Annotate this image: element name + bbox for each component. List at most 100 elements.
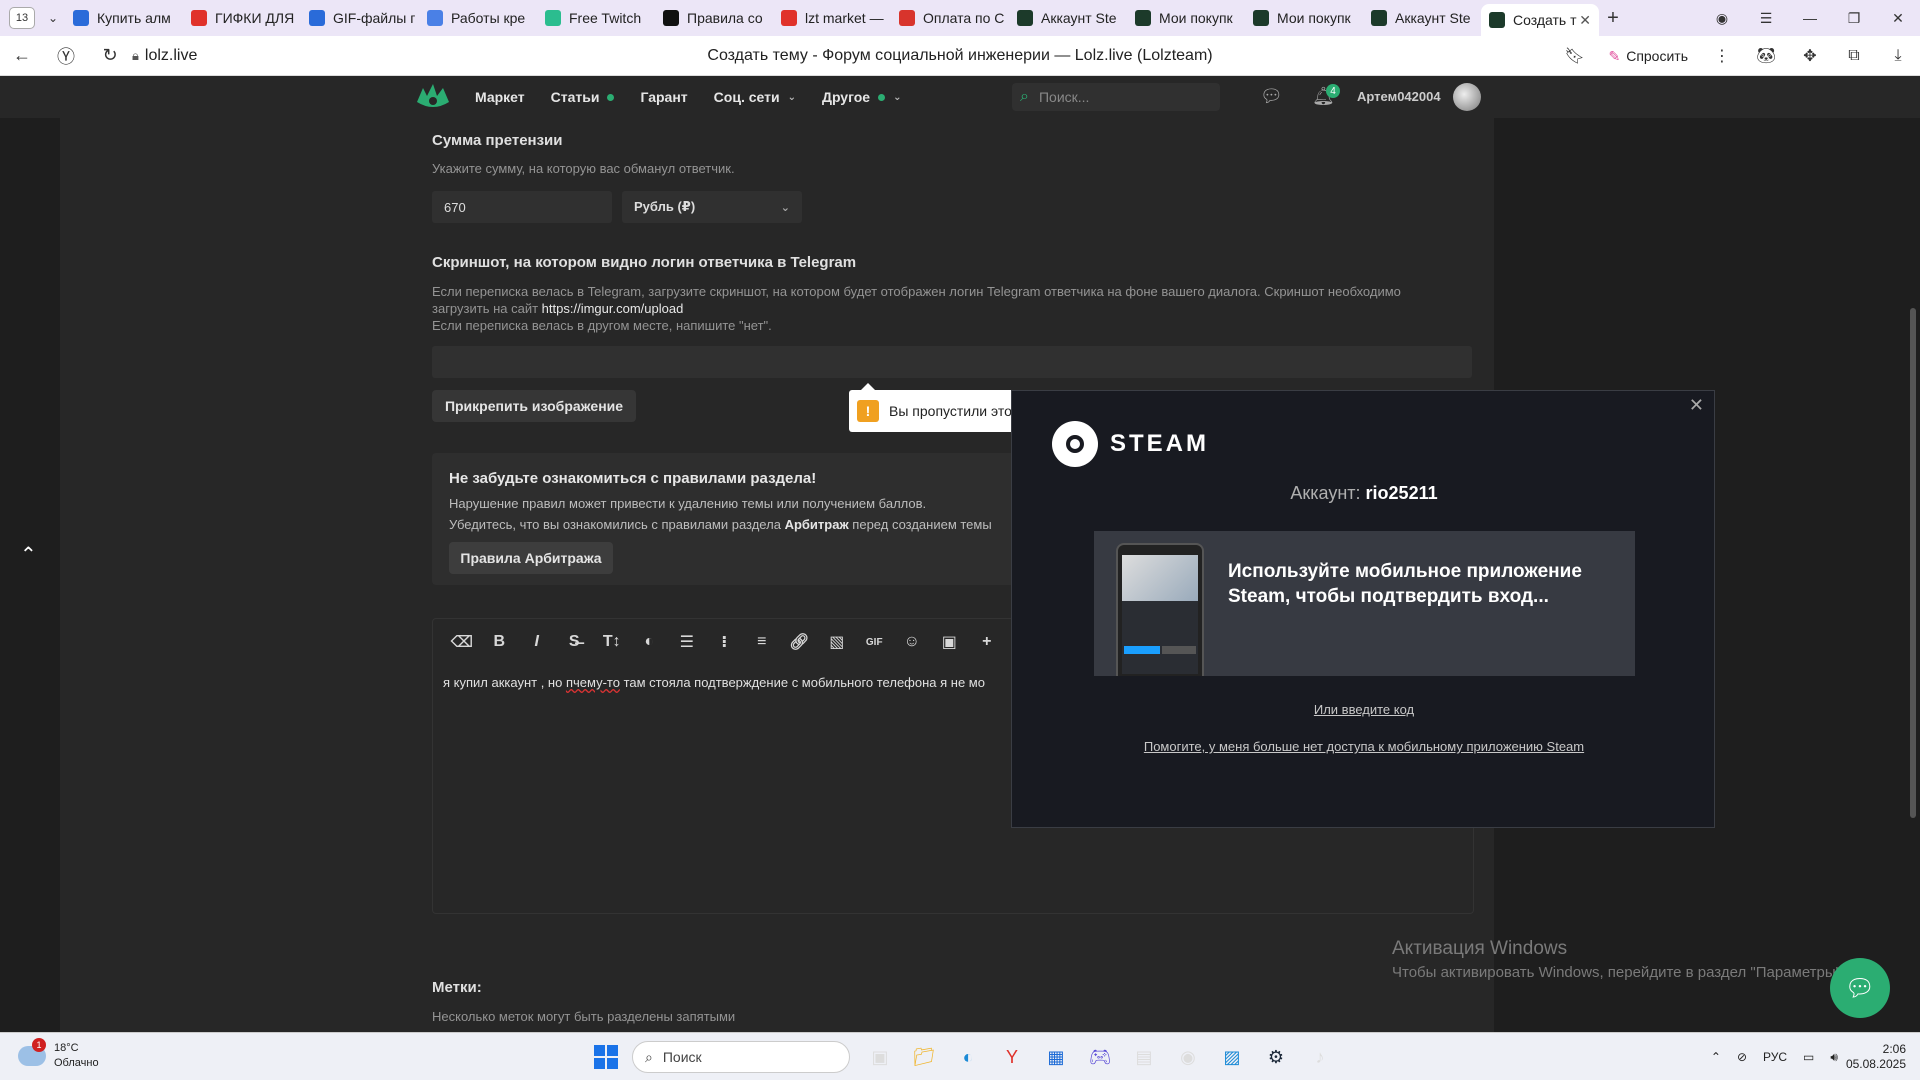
page-scrollbar[interactable]	[1906, 118, 1920, 1032]
imgur-link[interactable]: https://imgur.com/upload	[542, 301, 684, 316]
nav-item[interactable]: Маркет	[475, 89, 525, 105]
rules-text: Нарушение правил может привести к удален…	[449, 493, 992, 535]
align-icon[interactable]: ☰	[668, 632, 706, 652]
collections-icon[interactable]: ⧉	[1832, 47, 1876, 65]
color-icon[interactable]: ◐	[631, 633, 669, 651]
gif-icon[interactable]: GIF	[856, 637, 894, 648]
clock[interactable]: 2:06 05.08.2025	[1846, 1042, 1906, 1072]
strikethrough-icon[interactable]: S̶	[556, 633, 594, 651]
rules-button[interactable]: Правила Арбитража	[449, 542, 613, 574]
store-icon[interactable]: ▦	[1034, 1041, 1078, 1073]
close-icon[interactable]: ✕	[1689, 395, 1704, 416]
browser-tab[interactable]: Правила со	[655, 4, 773, 32]
browser-tab[interactable]: Аккаунт Ste	[1363, 4, 1481, 32]
maximize-button[interactable]: ❐	[1832, 10, 1876, 27]
url-field[interactable]: lolz.live	[145, 47, 197, 65]
browser-tab[interactable]: Купить алм	[65, 4, 183, 32]
plus-icon[interactable]: +	[968, 633, 1006, 651]
italic-icon[interactable]: I	[518, 633, 556, 651]
attach-image-button[interactable]: Прикрепить изображение	[432, 390, 636, 422]
browser-tab[interactable]: Оплата по С	[891, 4, 1009, 32]
browser-tab[interactable]: Мои покупк	[1245, 4, 1363, 32]
photos-icon[interactable]: ▨	[1210, 1041, 1254, 1073]
browser-tab[interactable]: Мои покупк	[1127, 4, 1245, 32]
avatar[interactable]	[1453, 83, 1481, 111]
volume-icon[interactable]: 🔊︎	[1830, 1050, 1838, 1065]
download-icon[interactable]: ⤓	[1876, 47, 1920, 65]
enter-code-link[interactable]: Или введите код	[1012, 702, 1716, 717]
amount-input[interactable]: 670	[432, 191, 612, 223]
nav-item[interactable]: Статьи	[551, 89, 615, 105]
yandex-browser-icon[interactable]: Y	[990, 1041, 1034, 1073]
site-search-input[interactable]: ⌕ Поиск...	[1012, 83, 1220, 111]
yandex-icon[interactable]: Ⓨ	[44, 43, 88, 69]
emoji-icon[interactable]: ☺	[893, 633, 931, 651]
back-button[interactable]: ←	[0, 45, 44, 66]
chat-icon[interactable]: 💬︎	[1260, 86, 1283, 107]
browser-tab[interactable]: Free Twitch	[537, 4, 655, 32]
app-circle-icon[interactable]: ◉	[1166, 1041, 1210, 1073]
editor-toolbar: ⌫BIS̶T↕◐☰⁝≡🔗︎▧GIF☺▣+⋯	[433, 619, 1043, 665]
image-icon[interactable]: ▧	[818, 632, 856, 652]
nav-item[interactable]: Гарант	[640, 89, 687, 105]
ask-label: Спросить	[1626, 48, 1688, 64]
profile-icon[interactable]: ◉	[1700, 10, 1744, 27]
tab-label: Работы кре	[451, 10, 526, 26]
text-size-icon[interactable]: T↕	[593, 633, 631, 651]
extensions-icon[interactable]: ✥	[1788, 46, 1832, 66]
editor-content[interactable]: я купил аккаунт , но пчему-то там стояла…	[443, 675, 985, 690]
browser-tab[interactable]: lzt market —	[773, 4, 891, 32]
phone-illustration	[1116, 543, 1204, 676]
numbered-list-icon[interactable]: ≡	[743, 633, 781, 651]
extension-panda-icon[interactable]: 🐼︎	[1744, 46, 1788, 66]
taskbar-search[interactable]: ⌕ Поиск	[632, 1041, 850, 1073]
tray-chevron-icon[interactable]: ⌃	[1711, 1050, 1721, 1064]
more-vertical-icon[interactable]: ⋮	[1700, 46, 1744, 66]
nav-item[interactable]: Другое ⌄	[822, 89, 902, 105]
browser-tab[interactable]: Создать т ✕	[1481, 4, 1599, 36]
language-indicator[interactable]: РУС	[1763, 1050, 1787, 1064]
start-button[interactable]	[594, 1045, 618, 1069]
steam-taskbar-icon[interactable]: ⚙	[1254, 1041, 1298, 1073]
close-window-button[interactable]: ✕	[1876, 10, 1920, 27]
ask-button[interactable]: ✎ Спросить	[1596, 48, 1700, 65]
task-view-icon[interactable]: ▣	[858, 1041, 902, 1073]
browser-tab[interactable]: Работы кре	[419, 4, 537, 32]
reload-button[interactable]: ↻	[88, 45, 132, 66]
lolz-logo-icon[interactable]	[415, 82, 451, 110]
media-icon[interactable]: ▣	[931, 632, 969, 652]
browser-tab[interactable]: Аккаунт Ste	[1009, 4, 1127, 32]
screenshot-input[interactable]	[432, 346, 1472, 378]
browser-tab[interactable]: ГИФКИ ДЛЯ	[183, 4, 301, 32]
network-off-icon[interactable]: ⊘	[1737, 1050, 1747, 1064]
weather-widget[interactable]: 1 18°C Облачно	[18, 1038, 99, 1071]
site-header: Маркет Статьи Гарант Соц. сети ⌄ Другое ⌄ ⌕ По…	[0, 76, 1920, 118]
edge-icon[interactable]: ◐	[946, 1041, 990, 1073]
link-icon[interactable]: 🔗︎	[781, 632, 819, 652]
username[interactable]: Артем042004	[1357, 89, 1441, 104]
menu-icon[interactable]: ☰	[1744, 10, 1788, 27]
tab-count-button[interactable]: 13	[9, 7, 35, 29]
bold-icon[interactable]: B	[481, 633, 519, 651]
minimize-button[interactable]: —	[1788, 10, 1832, 26]
currency-select[interactable]: Рубль (₽) ⌄	[622, 191, 802, 223]
eraser-icon[interactable]: ⌫	[443, 632, 481, 652]
tab-label: Создать т	[1513, 12, 1577, 28]
file-explorer-icon[interactable]: 📁︎	[902, 1041, 946, 1073]
support-chat-icon[interactable]: 💬︎	[1830, 958, 1890, 1018]
gamepad-icon[interactable]: 🎮︎	[1078, 1041, 1122, 1073]
close-tab-icon[interactable]: ✕	[1579, 12, 1591, 29]
nav-item[interactable]: Соц. сети ⌄	[714, 89, 796, 105]
display-icon[interactable]: ▭	[1803, 1050, 1814, 1064]
tiktok-taskbar-icon[interactable]: ♪	[1298, 1041, 1342, 1073]
new-tab-button[interactable]: +	[1599, 7, 1627, 30]
weather-badge: 1	[32, 1038, 46, 1052]
terminal-icon[interactable]: ▤	[1122, 1041, 1166, 1073]
browser-tab[interactable]: GIF-файлы г	[301, 4, 419, 32]
gif-icon	[309, 10, 325, 26]
bookmark-icon[interactable]: 🔖︎	[1552, 46, 1596, 66]
help-link[interactable]: Помогите, у меня больше нет доступа к мо…	[1012, 739, 1716, 754]
tab-list-chevron-icon[interactable]: ⌄	[41, 11, 65, 25]
scroll-top-chevron-icon[interactable]: ⌃	[20, 542, 37, 567]
bullet-list-icon[interactable]: ⁝	[706, 632, 744, 652]
